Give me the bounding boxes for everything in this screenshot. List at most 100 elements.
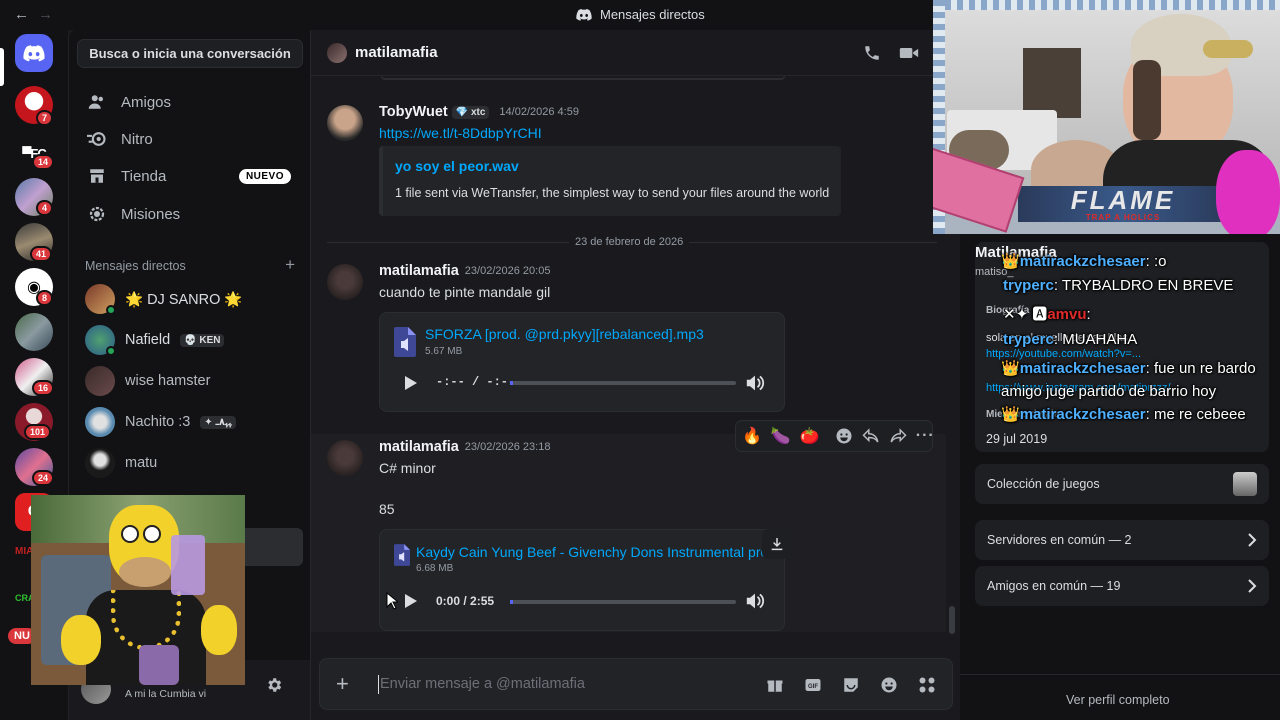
stream-chat-line: ✕✦ 🅰amvu: — [1003, 306, 1091, 323]
game-collection-row[interactable]: Colección de juegos — [975, 464, 1269, 504]
dm-section-title: Mensajes directos — [85, 259, 186, 273]
dm-item[interactable]: Nachito :3 ✦ ﮩﮩ٨ـ — [77, 402, 303, 442]
audio-attachment: SFORZA [prod. @prd.pkyy][rebalanced].mp3… — [379, 312, 785, 412]
discord-icon — [23, 44, 45, 61]
chat-user: matirackzchesaer — [1019, 406, 1146, 423]
user-status: A mi la Cumbia vi — [125, 688, 207, 700]
play-icon[interactable] — [404, 593, 418, 609]
timestamp: 14/02/2026 4:59 — [499, 106, 579, 118]
gift-icon[interactable] — [766, 676, 784, 694]
dm-item[interactable]: Nafield 💀 KEN — [77, 320, 303, 360]
recipient-name[interactable]: matilamafia — [355, 44, 438, 61]
dm-item[interactable]: matu — [77, 443, 303, 483]
message-header: TobyWuet 💎 xtc 14/02/2026 4:59 — [379, 104, 579, 120]
forward-icon[interactable] — [889, 428, 907, 444]
mutual-servers-row[interactable]: Servidores en común — 2 — [975, 520, 1269, 560]
stream-chat-line: 👑matirackzchesaer: fue un re bardo amigo… — [1001, 360, 1256, 400]
mutual-friends-row[interactable]: Amigos en común — 19 — [975, 566, 1269, 606]
embed-title[interactable]: yo soy el peor.wav — [395, 158, 519, 174]
play-icon[interactable] — [404, 375, 418, 391]
avatar[interactable] — [327, 440, 363, 476]
avatar — [85, 448, 115, 478]
stream-chat-line: 👑matirackzchesaer: me re cebeee — [1001, 406, 1246, 423]
download-icon[interactable] — [762, 529, 792, 559]
badge: 24 — [32, 470, 55, 486]
chat-scrollbar[interactable] — [949, 606, 955, 634]
video-call-icon[interactable] — [899, 44, 919, 62]
badge: 7 — [36, 110, 54, 126]
emoji-icon[interactable] — [880, 676, 898, 694]
quests-icon — [87, 204, 107, 224]
add-dm-button[interactable]: + — [285, 256, 295, 273]
volume-icon[interactable] — [745, 592, 765, 610]
reaction-button[interactable]: 🍅 — [800, 426, 820, 446]
audio-attachment: Kaydy Cain Yung Beef - Givenchy Dons Ins… — [379, 529, 792, 631]
badge: 41 — [30, 246, 53, 262]
more-options-icon[interactable]: ··· — [916, 427, 935, 445]
game-collection-label: Colección de juegos — [987, 477, 1100, 491]
home-button[interactable] — [15, 34, 53, 72]
reaction-button[interactable]: 🔥 — [742, 426, 762, 446]
avatar[interactable] — [327, 264, 363, 300]
message-header: matilamafia 23/02/2026 23:18 — [379, 439, 550, 455]
add-attachment-button[interactable]: + — [336, 673, 349, 695]
selected-pill — [0, 48, 4, 86]
file-name[interactable]: SFORZA [prod. @prd.pkyy][rebalanced].mp3 — [425, 326, 704, 342]
audio-time: 0:00 / 2:55 — [436, 594, 495, 608]
badge: 4 — [36, 200, 54, 216]
apps-icon[interactable] — [918, 676, 936, 694]
dm-item[interactable]: wise hamster — [77, 361, 303, 401]
clan-tag: ✦ ﮩﮩ٨ـ — [200, 415, 236, 429]
message-link[interactable]: https://we.tl/t-8DdbpYrCHI — [379, 125, 542, 141]
file-size: 6.68 MB — [416, 563, 454, 574]
gif-icon[interactable]: GIF — [804, 676, 822, 694]
nav-friends[interactable]: Amigos — [77, 85, 303, 119]
view-full-profile-button[interactable]: Ver perfil completo — [1066, 693, 1170, 707]
author-name[interactable]: matilamafia — [379, 263, 459, 279]
new-badge: NUEVO — [238, 168, 291, 184]
nav-nitro[interactable]: Nitro — [77, 122, 303, 156]
mutual-friends-label: Amigos en común — 19 — [987, 579, 1121, 593]
member-since-date: 29 jul 2019 — [986, 432, 1048, 446]
author-name[interactable]: matilamafia — [379, 439, 459, 455]
avatar[interactable] — [327, 105, 363, 141]
reply-icon[interactable] — [862, 428, 880, 444]
nitro-icon — [87, 129, 107, 149]
volume-icon[interactable] — [745, 374, 765, 392]
banner-title: FLAME — [1070, 184, 1176, 215]
file-name[interactable]: Kaydy Cain Yung Beef - Givenchy Dons Ins… — [416, 544, 770, 560]
link-embed: yo soy el peor.wav 1 file sent via WeTra… — [379, 146, 841, 216]
back-button[interactable]: ← — [14, 6, 29, 23]
server-icon[interactable] — [15, 313, 53, 351]
chat-message: : TRYBALDRO EN BREVE — [1053, 277, 1234, 294]
search-conversation-button[interactable]: Busca o inicia una conversación — [77, 39, 303, 68]
message-toolbar: 🔥 🍆 🍅 ··· — [735, 420, 935, 452]
stream-chat-overlay: 👑matirackzchesaer: :o tryperc: TRYBALDRO… — [975, 236, 1280, 426]
dm-item[interactable]: 🌟 DJ SANRO 🌟 — [77, 279, 303, 319]
stream-banner: FLAME TRAP A HOLICS — [1018, 186, 1228, 222]
discord-icon — [576, 8, 592, 21]
stream-chat-line: tryperc: TRYBALDRO EN BREVE — [1003, 277, 1233, 294]
banner-subtitle: TRAP A HOLICS — [1085, 212, 1161, 222]
voice-call-icon[interactable] — [863, 44, 881, 62]
chevron-right-icon — [1247, 533, 1257, 547]
mouse-cursor-icon — [386, 592, 398, 610]
chat-message: : :o — [1145, 253, 1167, 270]
chat-user: matirackzchesaer — [1019, 253, 1146, 270]
audio-progress-track[interactable] — [510, 381, 736, 385]
add-reaction-icon[interactable] — [835, 427, 853, 445]
settings-icon[interactable] — [265, 676, 283, 694]
audio-progress-track[interactable] — [510, 600, 736, 604]
badge: 101 — [24, 424, 52, 440]
sticker-icon[interactable] — [842, 676, 860, 694]
audio-file-icon — [394, 327, 416, 357]
previous-embed-edge — [381, 76, 785, 80]
message-input[interactable]: Enviar mensaje a @matilamafia — [380, 676, 585, 692]
reaction-button[interactable]: 🍆 — [771, 426, 791, 446]
forward-button[interactable]: → — [38, 6, 53, 23]
avatar — [327, 42, 347, 63]
chat-user: matirackzchesaer — [1019, 360, 1146, 377]
nav-quests[interactable]: Misiones — [77, 197, 303, 231]
author-name[interactable]: TobyWuet — [379, 104, 448, 120]
nav-shop[interactable]: Tienda NUEVO — [77, 159, 303, 193]
